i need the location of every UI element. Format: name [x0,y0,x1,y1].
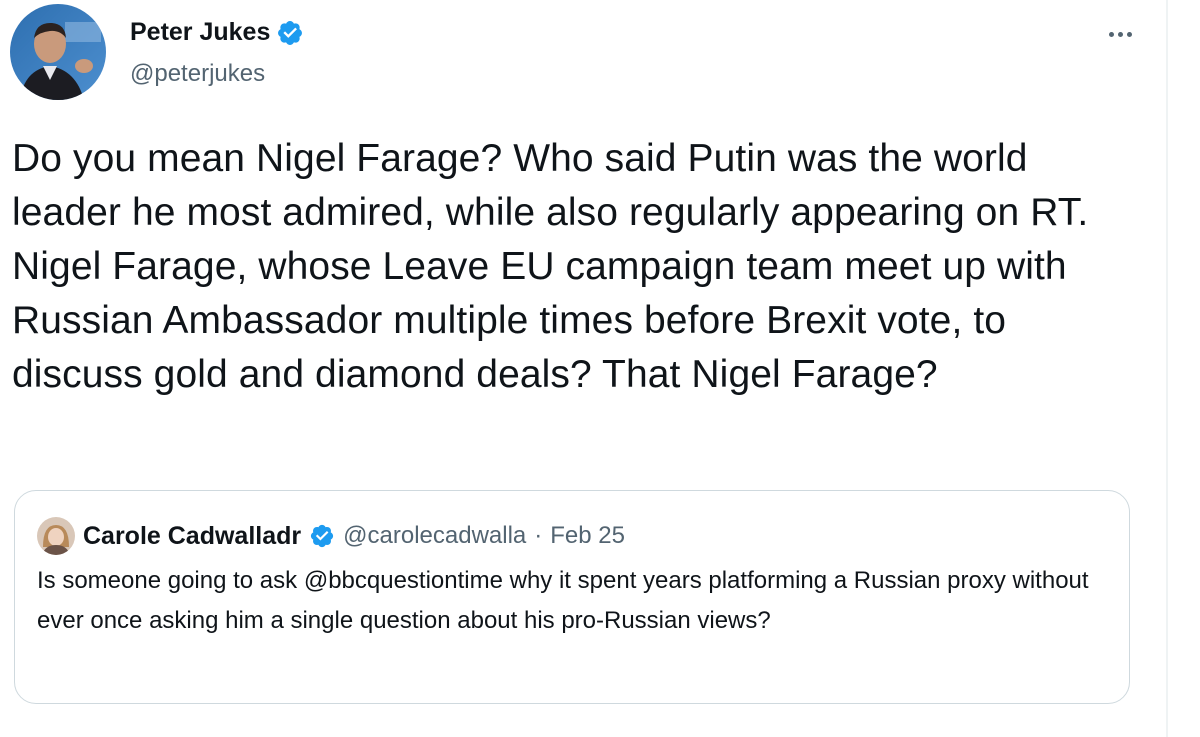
avatar-photo-icon [37,517,75,555]
quoted-tweet-card[interactable]: Carole Cadwalladr @carolecadwalla · Feb … [14,490,1130,704]
author-name-row: Peter Jukes [130,18,304,47]
quoted-tweet-date[interactable]: Feb 25 [550,522,625,550]
quoted-tweet-header: Carole Cadwalladr @carolecadwalla · Feb … [37,517,625,555]
tweet-text: Do you mean Nigel Farage? Who said Putin… [12,137,1089,396]
tweet-header: Peter Jukes @peterjukes [10,4,1160,104]
more-options-icon[interactable] [1100,22,1140,46]
more-dot [1126,31,1132,37]
tweet-page: Peter Jukes @peterjukes Do you mean Nige… [0,0,1200,737]
quoted-tweet-text: Is someone going to ask @bbcquestiontime… [37,567,1089,634]
quoted-author-name[interactable]: Carole Cadwalladr [83,522,301,551]
verified-badge-icon [278,20,303,45]
column-divider [1166,0,1168,737]
more-dot [1108,31,1114,37]
avatar-photo-icon [10,4,106,100]
author-name[interactable]: Peter Jukes [130,18,270,47]
author-handle[interactable]: @peterjukes [130,60,265,88]
quoted-author-handle[interactable]: @carolecadwalla [343,522,526,550]
verified-badge-icon [311,524,334,548]
quoted-author-avatar[interactable] [37,517,75,555]
more-dot [1117,31,1123,37]
separator-dot: · [534,522,543,549]
author-avatar[interactable] [10,4,106,100]
